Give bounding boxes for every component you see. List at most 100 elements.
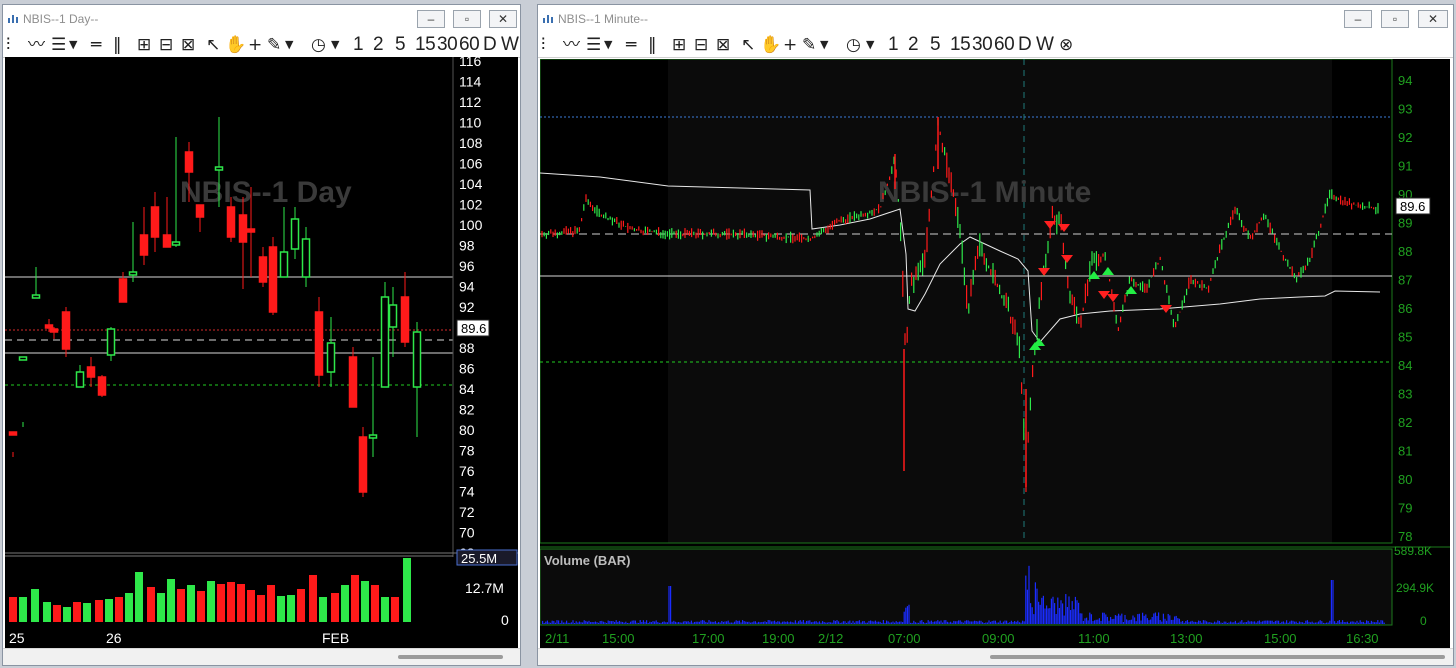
volume-bar [833,620,835,624]
crosshair-icon[interactable]: + [783,35,797,55]
horizontal-scrollbar[interactable] [538,648,1453,665]
volume-bar [1236,622,1238,624]
clock-icon[interactable]: ◷ [846,35,861,55]
price-axis-label: 80 [459,422,475,438]
volume-bar [937,620,939,624]
dropdown-icon[interactable]: ▼ [331,35,339,55]
volume-bar [914,622,916,624]
dropdown-icon[interactable]: ▼ [285,35,293,55]
line-chart-icon[interactable]: 〰 [563,35,580,55]
daily-chart-area[interactable]: NBIS--1 Day 116 114 112 110 108 106 104 102 100 9… [5,53,518,650]
volume-bar [778,621,780,624]
volume-bar [1260,621,1262,624]
maximize-button[interactable]: ▫ [453,10,481,28]
clock-icon[interactable]: ◷ [311,35,326,55]
interval-day[interactable]: D [1018,35,1032,55]
volume-bar [1079,613,1081,624]
studies-icon[interactable]: ☰ [51,35,66,55]
zoom-fit-icon[interactable]: ⊠ [181,35,195,55]
pencil-icon[interactable]: ✎ [802,35,816,55]
interval-day[interactable]: D [483,35,497,55]
zoom-in-icon[interactable]: ⊞ [672,35,686,55]
close-button[interactable]: ✕ [1418,10,1448,28]
scrollbar-thumb[interactable] [398,655,503,659]
volume-bar [1257,621,1259,624]
volume-bar [1191,620,1193,624]
volume-bar [588,620,590,624]
volume-bar [705,621,707,624]
candle-body [226,206,236,238]
vertical-lines-icon[interactable]: ‖ [648,35,657,55]
pencil-icon[interactable]: ✎ [267,35,281,55]
volume-bar [878,621,880,624]
horizontal-lines-icon[interactable]: ═ [626,35,636,55]
chart-bar-icon[interactable]: ⫶ [6,35,10,55]
scrollbar-thumb[interactable] [990,655,1445,659]
volume-bar [716,622,718,624]
pointer-icon[interactable]: ↖ [206,35,220,55]
window-title-bar[interactable]: NBIS--1 Day-- – ▫ ✕ [3,5,520,33]
interval-60m[interactable]: 60 [459,35,480,55]
interval-1m[interactable]: 1 [353,35,364,55]
zoom-out-icon[interactable]: ⊟ [694,35,708,55]
horizontal-lines-icon[interactable]: ═ [91,35,101,55]
dropdown-icon[interactable]: ▼ [820,35,828,55]
zoom-in-icon[interactable]: ⊞ [137,35,151,55]
line-chart-icon[interactable]: 〰 [28,35,45,55]
hand-icon[interactable]: ✋ [760,35,781,55]
interval-15m[interactable]: 15 [950,35,971,55]
close-circle-icon[interactable]: ⊗ [1059,35,1073,55]
interval-1m[interactable]: 1 [888,35,899,55]
volume-bar [622,621,624,624]
price-axis-label: 112 [459,94,482,110]
candle-body [162,234,172,248]
date-label-26: 26 [106,630,122,646]
interval-30m[interactable]: 30 [972,35,993,55]
daily-price-chart[interactable]: NBIS--1 Day 116 114 112 110 108 106 104 102 100 9… [5,53,518,650]
dropdown-icon[interactable]: ▼ [69,35,77,55]
volume-bar [1100,620,1102,624]
crosshair-icon[interactable]: + [248,35,262,55]
interval-week[interactable]: W [1036,35,1054,55]
minimize-button[interactable]: – [417,10,445,28]
volume-bar [1348,622,1350,624]
volume-bar [831,622,833,624]
maximize-button[interactable]: ▫ [1381,10,1409,28]
chart-app-icon [543,15,553,23]
price-axis-label: 80 [1398,472,1412,487]
volume-bar [551,620,553,624]
volume-bar [727,620,729,624]
volume-bar [598,622,600,624]
candle-body [49,328,59,333]
dropdown-icon[interactable]: ▼ [866,35,874,55]
dropdown-icon[interactable]: ▼ [604,35,612,55]
horizontal-scrollbar[interactable] [3,648,520,665]
volume-bar [706,622,708,624]
minute-price-chart[interactable]: NBIS--1 Minute 9493929190898887868584838… [539,58,1450,651]
volume-bar [564,622,566,624]
chart-bar-icon[interactable]: ⫶ [541,35,545,55]
hand-icon[interactable]: ✋ [225,35,246,55]
minimize-button[interactable]: – [1344,10,1372,28]
close-button[interactable]: ✕ [489,10,517,28]
interval-60m[interactable]: 60 [994,35,1015,55]
interval-2m[interactable]: 2 [373,35,384,55]
studies-icon[interactable]: ☰ [586,35,601,55]
zoom-fit-icon[interactable]: ⊠ [716,35,730,55]
interval-5m[interactable]: 5 [395,35,406,55]
interval-5m[interactable]: 5 [930,35,941,55]
interval-15m[interactable]: 15 [415,35,436,55]
volume-bar [634,620,636,624]
vertical-lines-icon[interactable]: ‖ [113,35,122,55]
volume-bar [929,621,931,624]
volume-bar [566,620,568,624]
interval-30m[interactable]: 30 [437,35,458,55]
zoom-out-icon[interactable]: ⊟ [159,35,173,55]
volume-bar [761,621,763,624]
interval-2m[interactable]: 2 [908,35,919,55]
pointer-icon[interactable]: ↖ [741,35,755,55]
volume-bar [1135,621,1137,624]
interval-week[interactable]: W [501,35,519,55]
window-title-bar[interactable]: NBIS--1 Minute-- – ▫ ✕ [538,5,1453,33]
minute-chart-area[interactable]: NBIS--1 Minute 94 93 92 91 90 89 88 87 8… [539,58,1450,651]
